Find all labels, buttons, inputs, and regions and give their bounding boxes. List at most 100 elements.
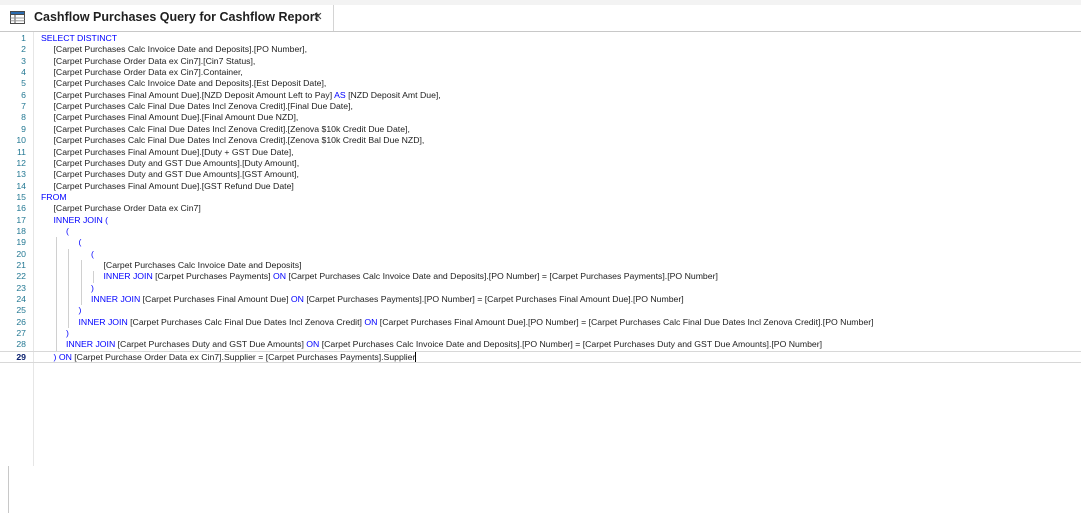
- code-text: (: [66, 226, 69, 237]
- code-line[interactable]: 7 [Carpet Purchases Calc Final Due Dates …: [0, 101, 1081, 112]
- code-line[interactable]: 3 [Carpet Purchase Order Data ex Cin7].[C…: [0, 56, 1081, 67]
- sql-keyword: ON: [306, 339, 320, 350]
- tab-title: Cashflow Purchases Query for Cashflow Re…: [34, 10, 319, 24]
- line-number: 28: [16, 339, 26, 350]
- code-line[interactable]: 27): [0, 328, 1081, 339]
- query-table-icon: [10, 11, 25, 24]
- sql-keyword: FROM: [41, 191, 67, 202]
- sql-editor[interactable]: 1 SELECT DISTINCT 2 [Carpet Purchases Calc …: [0, 32, 1081, 513]
- code-line[interactable]: 16 [Carpet Purchase Order Data ex Cin7]: [0, 203, 1081, 214]
- sql-keyword: INNER JOIN: [91, 294, 141, 305]
- tab-cashflow-purchases-query[interactable]: Cashflow Purchases Query for Cashflow Re…: [0, 5, 334, 31]
- sql-identifier: [Carpet Purchases Final Amount Due].[GST…: [53, 180, 294, 191]
- sql-keyword: INNER JOIN: [103, 271, 153, 282]
- code-line[interactable]: 26 INNER JOIN [Carpet Purchases Calc Fina…: [0, 317, 1081, 328]
- line-number: 15: [16, 191, 26, 202]
- code-text: INNER JOIN [Carpet Purchases Payments] O…: [104, 271, 718, 282]
- code-line[interactable]: 10 [Carpet Purchases Calc Final Due Dates…: [0, 135, 1081, 146]
- line-number: 12: [16, 157, 26, 168]
- code-line[interactable]: 11 [Carpet Purchases Final Amount Due].[D…: [0, 147, 1081, 158]
- code-line[interactable]: 20 (: [0, 249, 1081, 260]
- sql-keyword: (: [66, 225, 69, 236]
- sql-identifier: [Carpet Purchases Final Amount Due].[Fin…: [53, 112, 299, 123]
- code-text: [Carpet Purchases Final Amount Due].[GST…: [54, 181, 294, 192]
- indent-guide: [55, 237, 57, 351]
- sql-identifier: [Carpet Purchases Final Amount Due]: [140, 294, 291, 305]
- code-line[interactable]: 18 (: [0, 226, 1081, 237]
- line-number: 4: [21, 67, 26, 78]
- code-line[interactable]: 8 [Carpet Purchases Final Amount Due].[Fi…: [0, 112, 1081, 123]
- code-text: [Carpet Purchases Final Amount Due].[Dut…: [54, 147, 294, 158]
- line-number: 3: [21, 55, 26, 66]
- code-text: [Carpet Purchases Calc Invoice Date and …: [104, 260, 302, 271]
- sql-identifier: [Carpet Purchases Duty and GST Due Amoun…: [53, 169, 299, 180]
- line-number: 22: [16, 271, 26, 282]
- indent-guide: [80, 260, 82, 306]
- sql-identifier: [Carpet Purchases Duty and GST Due Amoun…: [115, 339, 307, 350]
- code-line[interactable]: 22 INNER JOIN [Carpet Purchases Payments]…: [0, 271, 1081, 282]
- sql-identifier: [Carpet Purchase Order Data ex Cin7].Con…: [53, 67, 243, 78]
- line-number: 17: [16, 214, 26, 225]
- sql-identifier: [Carpet Purchases Payments].[PO Number] …: [303, 294, 684, 305]
- code-line[interactable]: 21 [Carpet Purchases Calc Invoice Date an…: [0, 260, 1081, 271]
- code-text: INNER JOIN [Carpet Purchases Final Amoun…: [91, 294, 684, 305]
- code-line[interactable]: 6 [Carpet Purchases Final Amount Due].[NZ…: [0, 90, 1081, 101]
- code-text: [Carpet Purchases Calc Final Due Dates I…: [54, 101, 353, 112]
- code-line[interactable]: 13 [Carpet Purchases Duty and GST Due Amo…: [0, 169, 1081, 180]
- code-line[interactable]: 29) ON [Carpet Purchase Order Data ex Ci…: [0, 350, 1081, 363]
- sql-identifier: [Carpet Purchases Calc Final Due Dates I…: [53, 135, 425, 146]
- close-icon[interactable]: ×: [309, 8, 327, 26]
- sql-identifier: [Carpet Purchase Order Data ex Cin7]: [53, 203, 201, 214]
- code-line[interactable]: 9 [Carpet Purchases Calc Final Due Dates …: [0, 124, 1081, 135]
- indent-guide: [93, 271, 94, 283]
- code-line[interactable]: 2 [Carpet Purchases Calc Invoice Date and…: [0, 44, 1081, 55]
- indent-guide: [68, 248, 69, 329]
- editor-left-margin: [0, 466, 9, 513]
- code-text: FROM: [41, 192, 67, 203]
- sql-identifier: [Carpet Purchase Order Data ex Cin7].Sup…: [71, 351, 416, 362]
- code-line[interactable]: 4 [Carpet Purchase Order Data ex Cin7].Co…: [0, 67, 1081, 78]
- line-number: 27: [16, 328, 26, 339]
- line-number: 11: [16, 146, 26, 157]
- sql-identifier: [Carpet Purchases Calc Invoice Date and …: [286, 271, 718, 282]
- sql-identifier: [Carpet Purchases Duty and GST Due Amoun…: [53, 157, 300, 168]
- code-line[interactable]: 23): [0, 283, 1081, 294]
- sql-identifier: [Carpet Purchases Calc Final Due Dates I…: [53, 123, 410, 134]
- sql-identifier: [Carpet Purchases Calc Final Due Dates I…: [127, 316, 365, 327]
- code-line[interactable]: 15 FROM: [0, 192, 1081, 203]
- code-line[interactable]: 5 [Carpet Purchases Calc Invoice Date and…: [0, 78, 1081, 89]
- code-line[interactable]: 12 [Carpet Purchases Duty and GST Due Amo…: [0, 158, 1081, 169]
- sql-keyword: ON: [290, 294, 304, 305]
- code-line[interactable]: 19 (: [0, 237, 1081, 248]
- line-number: 25: [16, 305, 26, 316]
- sql-keyword: INNER JOIN: [66, 339, 116, 350]
- code-line[interactable]: 17 INNER JOIN (: [0, 215, 1081, 226]
- code-text: [Carpet Purchase Order Data ex Cin7].Con…: [54, 67, 243, 78]
- sql-identifier: [Carpet Purchases Final Amount Due].[Dut…: [53, 146, 294, 157]
- code-text: [Carpet Purchases Final Amount Due].[NZD…: [54, 90, 441, 101]
- code-line[interactable]: 1 SELECT DISTINCT: [0, 33, 1081, 44]
- code-text: [Carpet Purchase Order Data ex Cin7].[Ci…: [54, 56, 256, 67]
- line-number: 1: [21, 33, 26, 43]
- sql-keyword: SELECT DISTINCT: [41, 33, 118, 43]
- code-text: [Carpet Purchases Duty and GST Due Amoun…: [54, 158, 300, 169]
- code-text: [Carpet Purchases Calc Invoice Date and …: [54, 78, 327, 89]
- line-number: 21: [16, 260, 26, 270]
- code-line[interactable]: 14 [Carpet Purchases Final Amount Due].[G…: [0, 181, 1081, 192]
- code-line[interactable]: 25): [0, 305, 1081, 316]
- sql-keyword: INNER JOIN: [78, 316, 128, 327]
- line-number: 14: [16, 180, 26, 191]
- line-number: 13: [16, 169, 26, 180]
- code-text: ): [91, 283, 94, 294]
- line-number: 8: [21, 112, 26, 123]
- line-number: 5: [21, 78, 26, 89]
- code-text: SELECT DISTINCT: [41, 33, 117, 44]
- code-line[interactable]: 28 INNER JOIN [Carpet Purchases Duty and …: [0, 339, 1081, 350]
- code-line[interactable]: 24 INNER JOIN [Carpet Purchases Final Amo…: [0, 294, 1081, 305]
- code-text: [Carpet Purchases Calc Final Due Dates I…: [54, 135, 425, 146]
- sql-keyword: INNER JOIN (: [53, 214, 109, 225]
- sql-identifier: [Carpet Purchases Payments]: [152, 271, 273, 282]
- code-text: (: [79, 237, 82, 248]
- line-number: 10: [16, 135, 26, 146]
- line-number: 26: [16, 316, 26, 327]
